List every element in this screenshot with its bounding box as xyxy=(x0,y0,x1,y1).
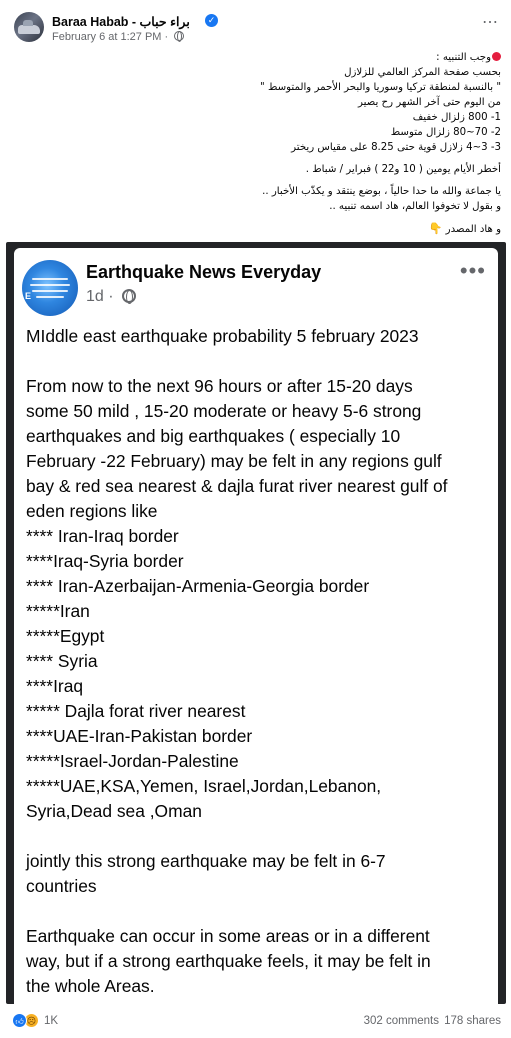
meta-separator: · xyxy=(164,31,169,43)
shared-body-line: *****Egypt xyxy=(26,626,105,646)
shared-body-line: the whole Areas. xyxy=(26,976,155,996)
avatar-car-image xyxy=(18,20,40,34)
shared-body-line: **** Iran-Azerbaijan-Armenia-Georgia bor… xyxy=(26,576,370,596)
page-avatar-label: E xyxy=(25,291,32,301)
post-text-line: و بقول لا تخوفوا العالم، هاد اسمه تنبيه … xyxy=(329,201,501,212)
shared-body-line: *****Israel-Jordan-Palestine xyxy=(26,751,239,771)
shared-meta-separator: · xyxy=(108,288,114,305)
shares-count-link[interactable]: 178 shares xyxy=(444,1015,501,1027)
shared-body-line: **** Syria xyxy=(26,651,98,671)
shared-post-meta: 1d · xyxy=(86,288,137,306)
shared-body-line: jointly this strong earthquake may be fe… xyxy=(26,851,386,871)
post-text-line: و هاد المصدر 👇 xyxy=(31,221,501,237)
post-text-line: 3- 3~4 زلازل قوية حتى 8.25 على مقياس ريخ… xyxy=(291,142,501,153)
shared-body-line: ****Iraq-Syria border xyxy=(26,551,184,571)
shared-body-line: countries xyxy=(26,876,97,896)
shared-body-line: ****Iraq xyxy=(26,676,84,696)
post-date[interactable]: February 6 at 1:27 PM xyxy=(52,31,161,43)
post-text-line: من اليوم حتى آخر الشهر رح يصير xyxy=(357,97,501,108)
shared-body-line: February -22 February) may be felt in an… xyxy=(26,451,442,471)
source-text: و هاد المصدر xyxy=(445,224,501,235)
post-text-line: " بالنسبة لمنطقة تركيا وسوريا والبحر الأ… xyxy=(260,82,501,93)
shared-body-line: *****UAE,KSA,Yemen, Israel,Jordan,Lebano… xyxy=(26,776,382,796)
pointing-hand-icon: 👇 xyxy=(428,222,443,235)
post-text-heading: وجب التنبيه : xyxy=(436,52,491,63)
shared-post-age: 1d xyxy=(86,288,104,305)
shared-body-line: earthquakes and big earthquakes ( especi… xyxy=(26,426,401,446)
post-meta: February 6 at 1:27 PM · xyxy=(52,31,185,43)
shared-more-icon: ••• xyxy=(459,258,486,283)
shared-body-line: way, but if a strong earthquake feels, i… xyxy=(26,951,431,971)
post-header: Baraa Habab - براء حباب ✓ February 6 at … xyxy=(0,0,511,50)
post-footer: 👍︎ ☹ 1K 302 comments 178 shares xyxy=(0,1008,511,1038)
shared-body-line: ***** Dajla forat river nearest xyxy=(26,701,246,721)
shared-body-line: *****Iran xyxy=(26,601,90,621)
red-circle-icon xyxy=(492,52,501,61)
verified-badge-icon: ✓ xyxy=(205,14,218,27)
shared-body-line: **** Iran-Iraq border xyxy=(26,526,179,546)
post-text-line: بحسب صفحة المركز العالمي للزلازل xyxy=(344,67,501,78)
post-text-line: أخطر الأيام يومين ( 10 و22 ) فبراير / شب… xyxy=(305,164,501,175)
post-text: وجب التنبيه : بحسب صفحة المركز العالمي ل… xyxy=(31,50,501,237)
shared-body-line: ****UAE-Iran-Pakistan border xyxy=(26,726,253,746)
shared-body-line: Syria,Dead sea ,Oman xyxy=(26,801,202,821)
shared-body-line: From now to the next 96 hours or after 1… xyxy=(26,376,413,396)
shared-page-name: Earthquake News Everyday xyxy=(86,262,322,282)
post-text-line: يا جماعة والله ما حدا حالياً ، بوضع ينتق… xyxy=(262,186,501,197)
author-name[interactable]: Baraa Habab - براء حباب xyxy=(52,14,190,29)
shared-body-line: eden regions like xyxy=(26,501,158,521)
author-avatar[interactable] xyxy=(14,12,44,42)
like-reaction-icon[interactable]: 👍︎ xyxy=(12,1013,27,1028)
shared-body-line: MIddle east earthquake probability 5 feb… xyxy=(26,326,419,346)
shared-globe-icon xyxy=(122,289,137,304)
post-more-options-button[interactable]: ⋯ xyxy=(482,15,499,31)
post-text-line: 2- 70~80 زلزال متوسط xyxy=(390,127,501,138)
shared-screenshot-image[interactable]: E Earthquake News Everyday 1d · ••• MIdd… xyxy=(6,242,506,1004)
shared-body-line: bay & red sea nearest & dajla furat rive… xyxy=(26,476,448,496)
page-avatar: E xyxy=(22,260,78,316)
shared-body-line: Earthquake can occur in some areas or in… xyxy=(26,926,430,946)
shared-body-line: some 50 mild , 15-20 moderate or heavy 5… xyxy=(26,401,422,421)
post-text-line: وجب التنبيه : xyxy=(31,50,501,65)
shared-post-card: E Earthquake News Everyday 1d · ••• MIdd… xyxy=(14,248,498,1004)
shared-post-body: MIddle east earthquake probability 5 feb… xyxy=(26,324,498,999)
reaction-count[interactable]: 1K xyxy=(44,1015,58,1027)
globe-icon xyxy=(174,31,185,42)
post-text-line: 1- 800 زلزال خفيف xyxy=(412,112,501,123)
comments-count-link[interactable]: 302 comments xyxy=(364,1015,439,1027)
